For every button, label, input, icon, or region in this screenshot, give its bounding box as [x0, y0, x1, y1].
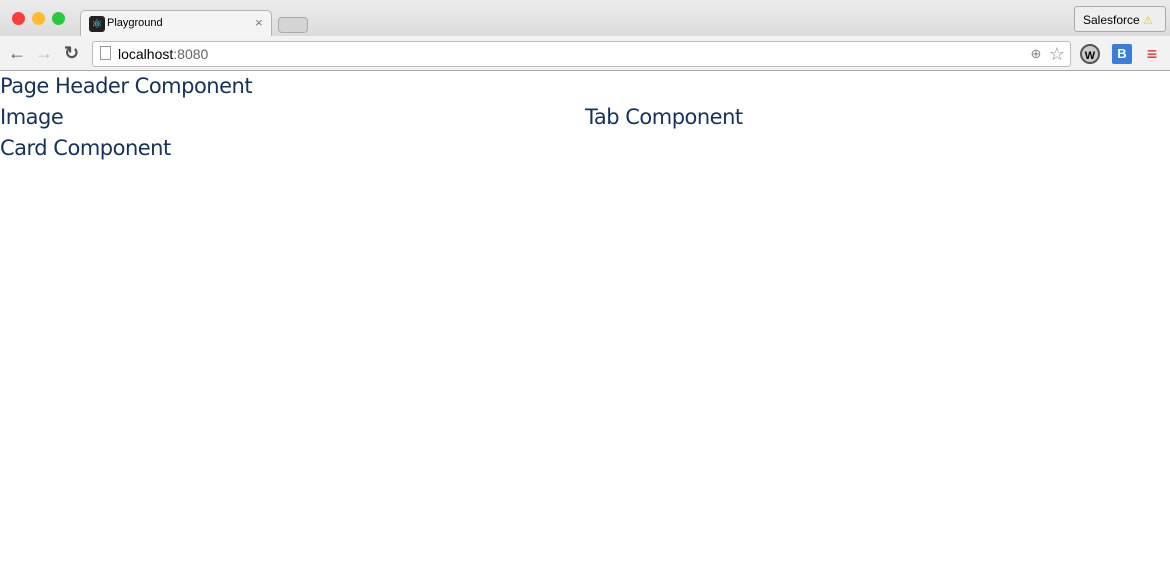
- url-host: localhost: [118, 46, 174, 62]
- url-text[interactable]: localhost:8080: [118, 46, 208, 62]
- warning-icon: ⚠: [1143, 15, 1153, 27]
- w-extension-icon[interactable]: W: [1080, 44, 1100, 64]
- maximize-window-button[interactable]: [52, 12, 65, 25]
- react-icon: ⚛: [89, 16, 105, 32]
- back-icon[interactable]: ←: [8, 44, 26, 62]
- tab-close-icon[interactable]: ×: [255, 15, 263, 30]
- page-icon: [100, 46, 111, 60]
- minimize-window-button[interactable]: [32, 12, 45, 25]
- image-label: Image: [0, 105, 64, 129]
- menu-icon[interactable]: ≡: [1142, 44, 1162, 64]
- reload-icon[interactable]: ↻: [64, 44, 79, 62]
- url-port: :8080: [173, 46, 209, 62]
- zoom-icon[interactable]: ⊕: [1026, 44, 1046, 64]
- profile-button[interactable]: Salesforce ⚠: [1074, 6, 1166, 32]
- profile-label: Salesforce: [1083, 13, 1140, 27]
- address-bar[interactable]: [92, 41, 1071, 67]
- tab-title: Playground: [107, 17, 163, 29]
- bookmark-star-icon[interactable]: ☆: [1047, 44, 1067, 64]
- new-tab-button[interactable]: [278, 17, 308, 33]
- page-header-component: Page Header Component: [0, 74, 253, 98]
- forward-icon[interactable]: →: [35, 44, 53, 62]
- card-component: Card Component: [0, 136, 171, 160]
- close-window-button[interactable]: [12, 12, 25, 25]
- tab-component: Tab Component: [585, 105, 743, 129]
- b-extension-icon[interactable]: B: [1112, 44, 1132, 64]
